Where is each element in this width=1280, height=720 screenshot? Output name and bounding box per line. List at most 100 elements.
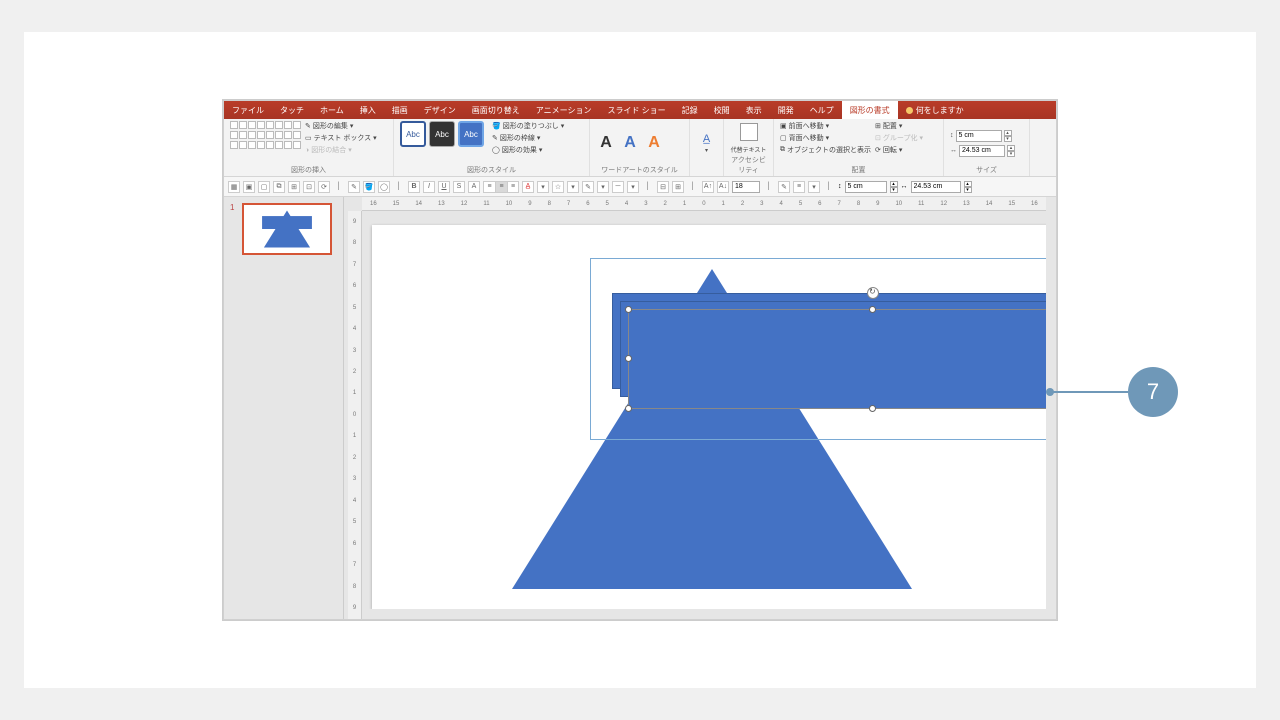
qt-btn[interactable]: ▣ [243,181,255,193]
shape-style-3[interactable]: Abc [458,121,484,147]
align-right[interactable]: ≡ [507,181,519,193]
selection-active-shape[interactable] [628,309,1046,409]
qt-width-spin[interactable]: ▴▾ [964,181,972,193]
slide-thumbnails: 1 [224,197,344,619]
rotate-button[interactable]: ⟳ 回転 ▾ [875,145,923,155]
qt-height-input[interactable] [845,181,887,193]
text-box-button[interactable]: ▭ テキスト ボックス ▾ [305,133,377,143]
shape-outline-button[interactable]: ✎ 図形の枠線 ▾ [492,133,564,143]
qt-btn[interactable]: ⊞ [672,181,684,193]
ruler-vertical: 9876543210123456789 [348,211,362,619]
qt-btn[interactable]: ☆ [552,181,564,193]
qt-btn[interactable]: ▾ [597,181,609,193]
tab-slideshow[interactable]: スライド ショー [599,101,673,119]
qt-btn[interactable]: ✎ [582,181,594,193]
qt-btn[interactable]: S [453,181,465,193]
annotation-callout: 7 [1046,367,1178,417]
qt-btn[interactable]: ⊡ [303,181,315,193]
qt-bold[interactable]: B [408,181,420,193]
qt-btn[interactable]: ▾ [808,181,820,193]
qt-underline[interactable]: U [438,181,450,193]
tab-touch[interactable]: タッチ [272,101,312,119]
resize-handle[interactable] [625,306,632,313]
tab-shape-format[interactable]: 図形の書式 [842,101,898,119]
tell-me-label: 何をしますか [916,105,964,116]
qt-italic[interactable]: I [423,181,435,193]
resize-handle[interactable] [869,405,876,412]
qt-btn[interactable]: ⧉ [273,181,285,193]
shape-height-input[interactable] [956,130,1002,142]
qt-btn[interactable]: ▾ [537,181,549,193]
qt-btn[interactable]: ≡ [793,181,805,193]
resize-handle[interactable] [625,355,632,362]
tab-draw[interactable]: 描画 [384,101,416,119]
qt-btn[interactable]: 🪣 [363,181,375,193]
tab-record[interactable]: 記録 [674,101,706,119]
qt-btn[interactable]: ⟳ [318,181,330,193]
qt-btn[interactable]: ▾ [627,181,639,193]
tab-transitions[interactable]: 画面切り替え [464,101,528,119]
height-icon: ↕ [950,132,954,139]
qt-btn[interactable]: ✎ [348,181,360,193]
shape-gallery[interactable] [230,121,301,149]
selection-pane-button[interactable]: ⧉ オブジェクトの選択と表示 [780,145,871,155]
qt-inc-font[interactable]: A↑ [702,181,714,193]
tab-animations[interactable]: アニメーション [528,101,600,119]
qt-btn[interactable]: A [468,181,480,193]
qt-btn[interactable]: ⊞ [288,181,300,193]
tab-view[interactable]: 表示 [738,101,770,119]
align-center[interactable]: ≡ [495,181,507,193]
rotation-handle[interactable] [867,287,879,299]
slide-canvas[interactable]: 📋 (Ctrl) ▾ [362,211,1046,609]
group-size: サイズ [950,165,1023,176]
tab-file[interactable]: ファイル [224,101,272,119]
align-left[interactable]: ≡ [483,181,495,193]
tell-me[interactable]: 何をしますか [898,101,972,119]
qt-height-spin[interactable]: ▴▾ [890,181,898,193]
qt-btn[interactable]: ─ [612,181,624,193]
send-backward-button[interactable]: ▢ 背面へ移動 ▾ [780,133,871,143]
lightbulb-icon [906,107,913,114]
group-arrange: 配置 [780,165,937,176]
tab-help[interactable]: ヘルプ [802,101,842,119]
tab-design[interactable]: デザイン [416,101,464,119]
width-spinner[interactable]: ▴▾ [1007,145,1015,157]
qt-btn[interactable]: ▦ [228,181,240,193]
quick-toolbar: ▦ ▣ ▢ ⧉ ⊞ ⊡ ⟳ │ ✎ 🪣 ◯ │ B I U S A ≡ ≡ ≡ … [224,177,1056,197]
callout-line [1053,391,1128,393]
wordart-2[interactable]: A [620,131,640,155]
resize-handle[interactable] [625,405,632,412]
tab-insert[interactable]: 挿入 [352,101,384,119]
edit-shape-button[interactable]: ✎ 図形の編集 ▾ [305,121,377,131]
shape-style-2[interactable]: Abc [429,121,455,147]
height-icon: ↕ [838,183,842,190]
qt-btn[interactable]: ◯ [378,181,390,193]
alt-text-button[interactable]: 代替テキスト [731,145,767,154]
qt-btn[interactable]: ▢ [258,181,270,193]
tab-developer[interactable]: 開発 [770,101,802,119]
wordart-3[interactable]: A [644,131,664,155]
slide[interactable]: 📋 (Ctrl) ▾ [372,225,1046,609]
qt-width-input[interactable] [911,181,961,193]
qt-btn[interactable]: ▾ [567,181,579,193]
shape-fill-button[interactable]: 🪣 図形の塗りつぶし ▾ [492,121,564,131]
wordart-1[interactable]: A [596,131,616,155]
slide-thumbnail-1[interactable] [242,203,332,255]
group-wordart: ワードアートのスタイル [596,165,683,176]
font-color[interactable]: A̲ [522,181,534,193]
shape-width-input[interactable] [959,145,1005,157]
qt-btn[interactable]: ✎ [778,181,790,193]
qt-dec-font[interactable]: A↓ [717,181,729,193]
align-button[interactable]: ⊞ 配置 ▾ [875,121,923,131]
shape-effects-button[interactable]: ◯ 図形の効果 ▾ [492,145,564,155]
resize-handle[interactable] [869,306,876,313]
height-spinner[interactable]: ▴▾ [1004,130,1012,142]
text-fill-icon[interactable]: A̲ [703,133,710,145]
tab-home[interactable]: ホーム [312,101,352,119]
shape-style-1[interactable]: Abc [400,121,426,147]
tab-review[interactable]: 校閲 [706,101,738,119]
qt-btn[interactable]: ⊟ [657,181,669,193]
bring-forward-button[interactable]: ▣ 前面へ移動 ▾ [780,121,871,131]
font-size-input[interactable] [732,181,760,193]
alt-text-icon[interactable] [740,123,758,141]
